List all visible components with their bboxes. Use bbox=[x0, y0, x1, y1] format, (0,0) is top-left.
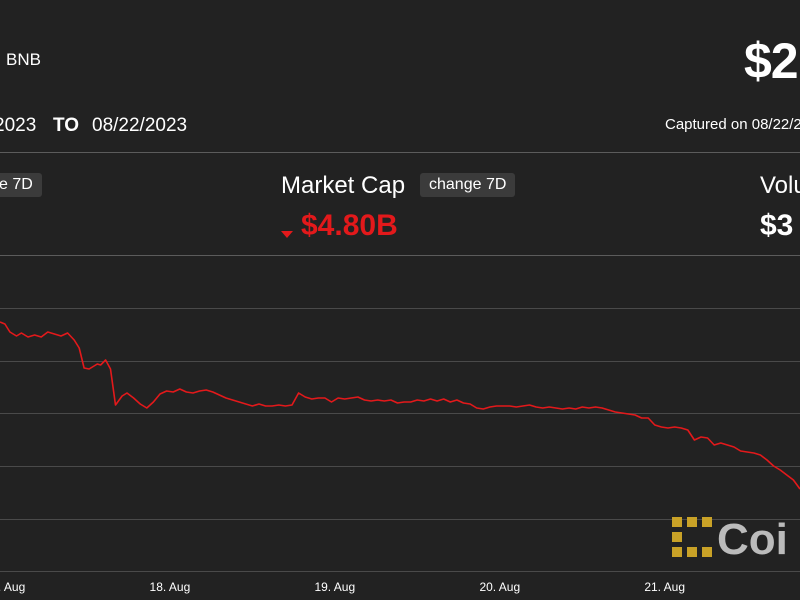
x-tick-label: 18. Aug bbox=[150, 580, 191, 594]
coindesk-logo-icon bbox=[672, 517, 712, 557]
asset-name: BNB bbox=[6, 50, 41, 69]
x-axis-ticks: 17. Aug 18. Aug 19. Aug 20. Aug 21. Aug bbox=[0, 580, 685, 594]
date-to-label: TO bbox=[53, 115, 80, 136]
date-from: 2023 bbox=[0, 115, 37, 136]
current-price: $2 bbox=[744, 33, 799, 89]
volume-value: $3 bbox=[760, 209, 794, 242]
header-divider bbox=[0, 152, 800, 153]
x-tick-label: 17. Aug bbox=[0, 580, 25, 594]
market-cap-value: $4.80B bbox=[301, 209, 398, 242]
price-change-badge: e 7D bbox=[0, 173, 42, 197]
chart-card: BNB $2 2023 TO 08/22/2023 Captured on 08… bbox=[0, 0, 800, 600]
x-tick-label: 20. Aug bbox=[479, 580, 520, 594]
x-tick-label: 19. Aug bbox=[314, 580, 355, 594]
x-tick-label: 21. Aug bbox=[644, 580, 685, 594]
watermark-text: Coi bbox=[717, 515, 788, 564]
series-line bbox=[0, 321, 800, 490]
captured-date: Captured on 08/22/2 bbox=[665, 116, 800, 133]
market-cap-change-badge: change 7D bbox=[420, 173, 516, 197]
date-to: 08/22/2023 bbox=[92, 115, 188, 136]
volume-label: Volu bbox=[760, 172, 800, 199]
market-cap-label: Market Cap bbox=[281, 172, 406, 199]
triangle-down-icon bbox=[281, 231, 293, 238]
